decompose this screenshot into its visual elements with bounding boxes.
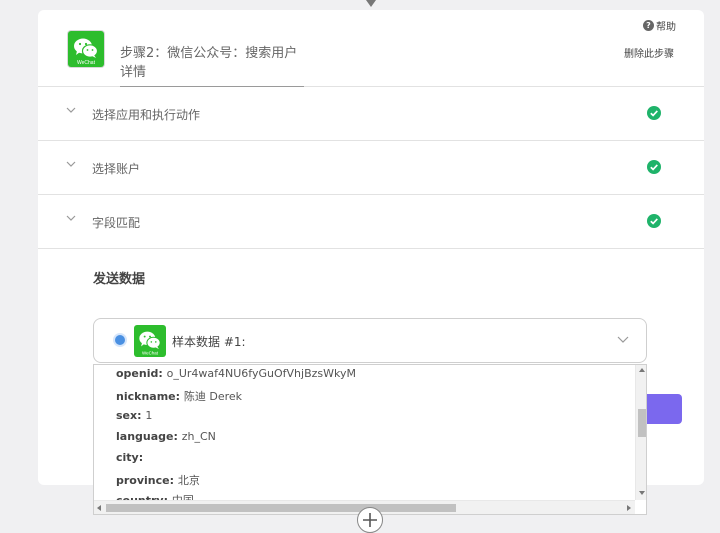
list-item[interactable]: province: 北京 — [116, 472, 200, 488]
list-item[interactable]: openid: o_Ur4waf4NU6fyGuOfVhjBzsWkyM — [116, 367, 356, 380]
scroll-left-icon[interactable] — [97, 505, 101, 511]
section-field-mapping[interactable]: 字段匹配 — [38, 195, 704, 249]
scroll-up-icon[interactable] — [639, 368, 645, 372]
help-icon: ? — [643, 20, 654, 31]
section-label: 选择应用和执行动作 — [92, 108, 201, 122]
wechat-icon-label: WeChat — [142, 350, 159, 355]
step-header: WeChat 步骤2：微信公众号：搜索用户详情 ? 帮助 删除此步骤 — [38, 10, 704, 87]
check-icon — [647, 106, 661, 120]
chevron-down-icon — [66, 107, 76, 113]
vertical-scroll-thumb[interactable] — [638, 409, 646, 437]
horizontal-scroll-thumb[interactable] — [106, 504, 456, 512]
radio-selected[interactable] — [115, 335, 125, 345]
scroll-down-icon[interactable] — [639, 491, 645, 495]
chevron-down-icon — [66, 161, 76, 167]
help-label: 帮助 — [656, 22, 676, 33]
plus-icon — [363, 513, 377, 527]
add-step-button[interactable] — [357, 507, 383, 533]
send-data-title: 发送数据 — [93, 272, 146, 287]
list-item[interactable]: nickname: 陈迪 Derek — [116, 388, 242, 404]
sample-data-select[interactable]: WeChat 样本数据 #1: — [93, 318, 647, 363]
section-account[interactable]: 选择账户 — [38, 141, 704, 195]
section-app-action[interactable]: 选择应用和执行动作 — [38, 87, 704, 141]
sample-data-label: 样本数据 #1: — [172, 335, 246, 349]
list-item[interactable]: city: — [116, 451, 143, 464]
section-label: 字段匹配 — [92, 216, 141, 230]
scroll-right-icon[interactable] — [627, 505, 631, 511]
check-icon — [647, 160, 661, 174]
flow-connector-arrow — [366, 0, 376, 7]
wechat-icon-label: WeChat — [77, 60, 96, 66]
sample-data-list[interactable]: openid: o_Ur4waf4NU6fyGuOfVhjBzsWkyM nic… — [93, 364, 647, 515]
delete-step-link[interactable]: 删除此步骤 — [624, 45, 674, 60]
list-item[interactable]: sex: 1 — [116, 409, 152, 422]
step-title[interactable]: 步骤2：微信公众号：搜索用户详情 — [120, 42, 304, 87]
wechat-icon: WeChat — [134, 325, 166, 357]
chevron-down-icon — [617, 336, 629, 343]
chevron-down-icon — [66, 215, 76, 221]
vertical-scrollbar[interactable] — [635, 365, 646, 500]
help-link[interactable]: ? 帮助 — [643, 18, 676, 33]
wechat-icon: WeChat — [68, 31, 104, 67]
list-item[interactable]: language: zh_CN — [116, 430, 216, 443]
check-icon — [647, 214, 661, 228]
section-label: 选择账户 — [92, 162, 141, 176]
